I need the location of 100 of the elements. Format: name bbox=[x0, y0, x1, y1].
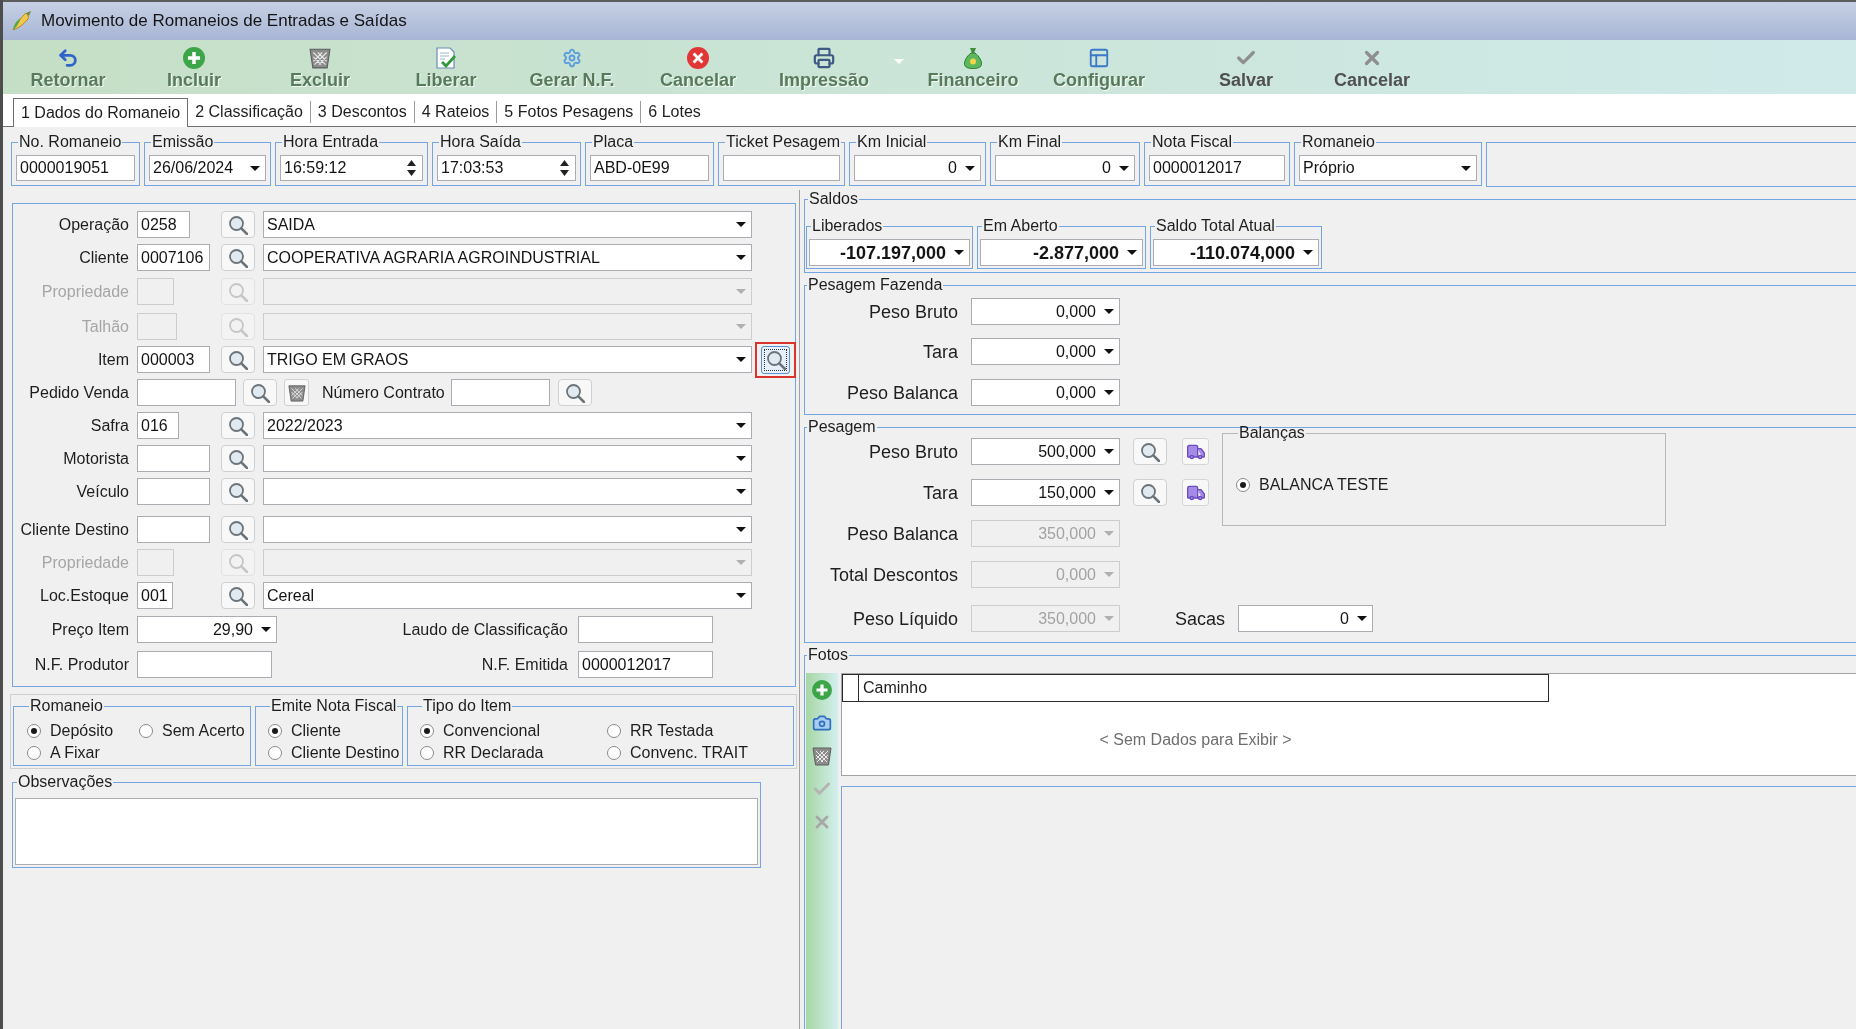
order-field[interactable] bbox=[137, 379, 236, 406]
code-field[interactable] bbox=[137, 445, 210, 472]
radio-button[interactable]: Cliente Destino bbox=[268, 743, 400, 763]
group-title: Observações bbox=[17, 773, 114, 791]
description-dropdown[interactable]: Cereal bbox=[263, 582, 752, 609]
truck-button[interactable] bbox=[1182, 438, 1209, 465]
tab[interactable]: 6 Lotes bbox=[641, 98, 708, 126]
description-dropdown[interactable] bbox=[263, 516, 752, 543]
balance-dropdown[interactable]: -110.074,000 bbox=[1153, 239, 1319, 266]
invoice-field[interactable]: 0000012017 bbox=[578, 651, 713, 678]
tab[interactable]: 2 Classificação bbox=[188, 98, 310, 126]
code-field[interactable]: 001 bbox=[137, 582, 173, 609]
description-dropdown[interactable] bbox=[263, 478, 752, 505]
group-title: Placa bbox=[592, 133, 635, 151]
money-bag-icon bbox=[963, 47, 983, 69]
time-spinner[interactable]: 17:03:53 bbox=[437, 155, 576, 181]
tab[interactable]: 3 Descontos bbox=[310, 98, 414, 126]
report-field[interactable] bbox=[578, 616, 713, 643]
date-dropdown[interactable]: 26/06/2024 bbox=[149, 155, 266, 181]
field-label: Peso Balanca bbox=[846, 383, 958, 402]
code-field[interactable] bbox=[137, 516, 210, 543]
caret-icon bbox=[736, 255, 746, 260]
group-title: No. Romaneio bbox=[18, 133, 123, 151]
text-field[interactable] bbox=[723, 155, 840, 181]
tab[interactable]: 5 Fotos Pesagens bbox=[497, 98, 641, 126]
group-title: Saldos bbox=[808, 190, 859, 208]
caret-icon bbox=[893, 59, 904, 64]
truck-button[interactable] bbox=[1182, 479, 1209, 506]
number-dropdown[interactable]: 0 bbox=[854, 155, 981, 181]
group-title: Em Aberto bbox=[982, 217, 1059, 235]
caret-icon bbox=[736, 489, 746, 494]
description-dropdown[interactable]: COOPERATIVA AGRARIA AGROINDUSTRIAL bbox=[263, 244, 752, 271]
search-icon bbox=[250, 382, 270, 403]
code-field[interactable]: 000003 bbox=[137, 346, 210, 373]
group-title: Emissão bbox=[151, 133, 215, 151]
time-spinner[interactable]: 16:59:12 bbox=[280, 155, 423, 181]
description-dropdown[interactable]: 2022/2023 bbox=[263, 412, 752, 439]
group-title: Emite Nota Fiscal bbox=[270, 697, 398, 715]
text-field[interactable]: ABD-0E99 bbox=[590, 155, 709, 181]
radio-button[interactable]: BALANCA TESTE bbox=[1236, 475, 1389, 495]
camera-icon[interactable] bbox=[812, 713, 832, 733]
caret-icon bbox=[1104, 531, 1114, 536]
text-field[interactable]: 0000019051 bbox=[16, 155, 135, 181]
balance-dropdown[interactable]: -107.197,000 bbox=[809, 239, 970, 266]
text-field[interactable]: 0000012017 bbox=[1149, 155, 1285, 181]
field-label: N.F. Produtor bbox=[34, 655, 129, 674]
field-label: Total Descontos bbox=[829, 565, 958, 584]
search-icon bbox=[1140, 482, 1160, 503]
contract-field[interactable] bbox=[450, 379, 550, 406]
clear-button[interactable] bbox=[284, 379, 309, 406]
field-label: Propriedade bbox=[41, 282, 129, 301]
select-dropdown[interactable]: Próprio bbox=[1299, 155, 1477, 181]
field-label: Cliente Destino bbox=[20, 520, 129, 539]
radio-button[interactable]: Convencional bbox=[420, 721, 540, 741]
notes-field[interactable] bbox=[15, 798, 758, 865]
radio-button[interactable]: RR Testada bbox=[607, 721, 714, 741]
radio-button[interactable]: Sem Acerto bbox=[139, 721, 245, 741]
weight-dropdown[interactable]: 0,000 bbox=[971, 379, 1120, 406]
tab[interactable]: 1 Dados do Romaneio bbox=[13, 98, 189, 127]
invoice-field[interactable] bbox=[137, 651, 272, 678]
group-title: Pesagem bbox=[807, 418, 877, 436]
code-field[interactable]: 0258 bbox=[137, 211, 190, 238]
toolbar-button[interactable]: Cancelar bbox=[1309, 40, 1435, 93]
caret-icon bbox=[1303, 250, 1313, 255]
description-dropdown[interactable] bbox=[263, 445, 752, 472]
radio-button[interactable]: Convenc. TRAIT bbox=[607, 743, 748, 763]
stepper-arrows-icon[interactable] bbox=[560, 160, 569, 176]
weight-dropdown[interactable]: 150,000 bbox=[971, 479, 1120, 506]
field-label: Sacas bbox=[1174, 609, 1225, 628]
code-field[interactable]: 0007106 bbox=[137, 244, 210, 271]
field-label: Safra bbox=[90, 416, 129, 435]
weight-dropdown[interactable]: 0,000 bbox=[971, 338, 1120, 365]
tab[interactable]: 4 Rateios bbox=[414, 98, 497, 126]
search-icon bbox=[228, 214, 248, 235]
weight-dropdown[interactable]: 500,000 bbox=[971, 438, 1120, 465]
code-field[interactable] bbox=[137, 478, 210, 505]
field-label: Operação bbox=[58, 215, 129, 234]
search-button[interactable] bbox=[761, 345, 790, 374]
weight-dropdown[interactable]: 0,000 bbox=[971, 298, 1120, 325]
radio-button[interactable]: A Fixar bbox=[27, 743, 100, 763]
radio-button[interactable]: Depósito bbox=[27, 721, 114, 741]
description-dropdown[interactable]: TRIGO EM GRAOS bbox=[263, 346, 752, 373]
radio-button[interactable]: RR Declarada bbox=[420, 743, 544, 763]
radio-button[interactable]: Cliente bbox=[268, 721, 341, 741]
balance-dropdown[interactable]: -2.877,000 bbox=[980, 239, 1143, 266]
group-title: Km Inicial bbox=[856, 133, 928, 151]
trash-icon[interactable] bbox=[812, 746, 832, 766]
number-dropdown[interactable]: 0 bbox=[995, 155, 1135, 181]
trash-icon bbox=[309, 47, 331, 69]
search-icon bbox=[228, 316, 248, 337]
toolbar-button[interactable]: Salvar bbox=[1183, 40, 1309, 93]
field-label: Peso Balanca bbox=[846, 524, 958, 543]
search-icon bbox=[228, 585, 248, 606]
bags-dropdown[interactable]: 0 bbox=[1238, 605, 1373, 632]
caret-icon bbox=[1104, 490, 1114, 495]
plus-icon[interactable] bbox=[812, 680, 832, 700]
description-dropdown[interactable]: SAIDA bbox=[263, 211, 752, 238]
price-dropdown[interactable]: 29,90 bbox=[137, 616, 277, 643]
stepper-arrows-icon[interactable] bbox=[407, 160, 416, 176]
code-field[interactable]: 016 bbox=[137, 412, 179, 439]
